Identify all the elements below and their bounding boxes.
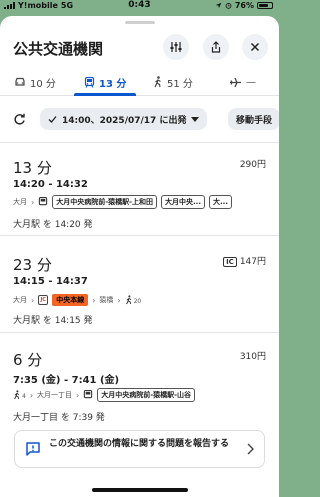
route-option-1[interactable]: 13 分 290円 14:20 - 14:32 大月 › 大月中央病院前-猿橋駅… xyxy=(0,143,279,235)
status-bar: Y!mobile 5G 0:43 76% xyxy=(0,0,279,14)
chevron-right-icon xyxy=(247,443,254,455)
tab-transit-label: 13 分 xyxy=(99,78,127,90)
flight-icon xyxy=(230,77,241,87)
car-icon xyxy=(15,77,25,86)
route-fare: 310円 xyxy=(239,352,266,362)
bus-route-badge: 大月中央病院前-猿橋駅-上和田 xyxy=(52,195,158,209)
route-departure: 大月駅 を 14:20 発 xyxy=(13,220,93,230)
boarding-stop: 大月一丁目 xyxy=(37,391,73,399)
transport-mode-chip[interactable]: 移動手段 xyxy=(228,108,279,130)
travel-mode-tabs: 10 分 13 分 51 分 — xyxy=(0,68,279,96)
home-indicator xyxy=(92,488,188,492)
route-option-2[interactable]: 23 分 IC 147円 14:15 - 14:37 大月 › JC 中央本線 ›… xyxy=(0,236,279,332)
close-icon xyxy=(250,42,260,52)
tab-flights-label: — xyxy=(246,76,256,88)
bus-icon xyxy=(39,197,48,206)
tab-driving-label: 10 分 xyxy=(30,78,56,90)
report-issue-label: この交通機関の情報に関する問題を報告する xyxy=(49,439,230,449)
walk-step: 4 xyxy=(13,390,26,400)
walk-minutes: 4 xyxy=(22,393,26,400)
route-fare: 290円 xyxy=(239,160,266,170)
chevron-right-icon: › xyxy=(29,390,34,400)
battery-icon xyxy=(257,2,273,9)
destination-stop: 猿橋 xyxy=(99,296,114,304)
route-duration: 23 分 xyxy=(13,256,52,274)
route-fare-value: 147円 xyxy=(239,257,266,267)
tab-transit[interactable]: 13 分 xyxy=(84,68,126,96)
origin-stop: 大月 xyxy=(13,296,27,304)
tab-walking-label: 51 分 xyxy=(167,78,193,90)
route-departure: 大月駅 を 14:15 発 xyxy=(13,316,93,326)
share-icon xyxy=(211,41,221,53)
route-times: 14:15 - 14:37 xyxy=(13,276,88,287)
chevron-right-icon: › xyxy=(92,295,96,305)
tab-driving[interactable]: 10 分 xyxy=(14,68,56,96)
route-duration: 6 分 xyxy=(13,351,43,369)
route-duration: 13 分 xyxy=(13,159,52,177)
chevron-right-icon: › xyxy=(117,295,121,305)
route-steps: 大月 › 大月中央病院前-猿橋駅-上和田 大月中央... 大... xyxy=(13,194,232,210)
walk-minutes: 20 xyxy=(133,298,142,305)
origin-stop: 大月 xyxy=(13,198,27,206)
active-tab-indicator xyxy=(74,93,136,96)
route-fare: IC 147円 xyxy=(223,254,266,267)
feedback-icon xyxy=(26,442,40,456)
route-steps: 4 › 大月一丁目 › 大月中央病院前-猿橋駅-山谷 xyxy=(13,387,196,403)
close-button[interactable] xyxy=(242,34,268,60)
departure-time-label: 14:00、2025/07/17 に出発 xyxy=(62,115,187,126)
options-button[interactable] xyxy=(163,34,189,60)
refresh-icon xyxy=(14,113,25,125)
filter-row: 14:00、2025/07/17 に出発 移動手段 xyxy=(0,106,279,132)
jr-line-icon: JC xyxy=(38,295,49,305)
status-right: 76% xyxy=(215,1,273,10)
report-issue-card[interactable]: この交通機関の情報に関する問題を報告する xyxy=(14,430,265,468)
location-arrow-icon xyxy=(215,2,222,9)
battery-percent: 76% xyxy=(234,1,254,10)
chuo-line-badge: 中央本線 xyxy=(52,294,89,306)
bus-route-badge: 大月中央... xyxy=(161,195,205,209)
walk-step: 20 xyxy=(125,295,142,305)
route-times: 7:35 (金) - 7:41 (金) xyxy=(13,375,120,386)
chevron-right-icon: › xyxy=(31,197,35,207)
page-title: 公共交通機関 xyxy=(13,40,104,58)
tab-walking[interactable]: 51 分 xyxy=(153,68,193,96)
bus-icon xyxy=(84,390,93,399)
transport-mode-label: 移動手段 xyxy=(236,115,273,126)
chevron-right-icon: › xyxy=(76,390,80,400)
route-times: 14:20 - 14:32 xyxy=(13,179,88,190)
walk-icon xyxy=(154,76,161,88)
walk-icon xyxy=(125,295,131,305)
route-steps: 大月 › JC 中央本線 › 猿橋 › 20 xyxy=(13,292,141,308)
chevron-right-icon: › xyxy=(31,295,35,305)
departure-time-chip[interactable]: 14:00、2025/07/17 に出発 xyxy=(40,108,208,130)
bus-route-badge: 大月中央病院前-猿橋駅-山谷 xyxy=(97,388,196,402)
check-icon xyxy=(48,115,57,123)
alarm-icon xyxy=(225,2,232,9)
walk-icon xyxy=(14,390,20,400)
route-option-3[interactable]: 6 分 310円 7:35 (金) - 7:41 (金) 4 › 大月一丁目 ›… xyxy=(0,333,279,423)
route-departure: 大月一丁目 を 7:39 発 xyxy=(13,413,105,423)
bus-icon xyxy=(84,76,95,88)
tab-flights[interactable]: — xyxy=(229,68,256,96)
directions-sheet: 公共交通機関 10 分 13 分 51 分 — 14:00、2025/07/17… xyxy=(0,16,279,497)
chevron-down-icon xyxy=(191,116,200,122)
refresh-button[interactable] xyxy=(13,111,26,130)
share-button[interactable] xyxy=(203,34,229,60)
ic-card-badge: IC xyxy=(223,257,237,267)
tune-sliders-icon xyxy=(170,42,182,52)
sheet-drag-handle[interactable] xyxy=(125,21,155,24)
bus-route-badge: 大... xyxy=(209,195,232,209)
